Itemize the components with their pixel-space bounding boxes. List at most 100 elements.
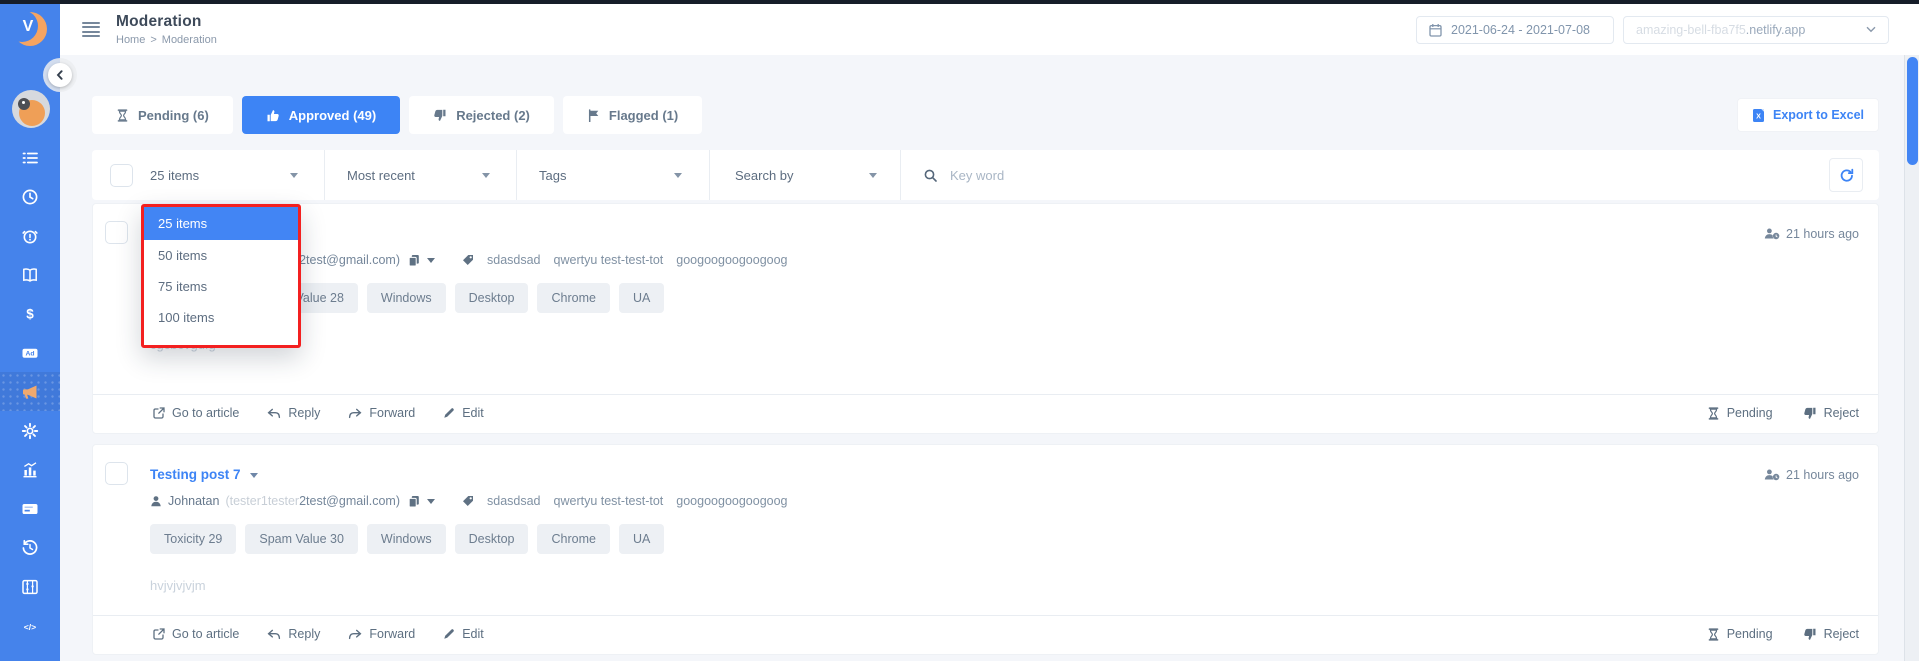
tab-flagged[interactable]: Flagged (1) xyxy=(562,96,703,134)
author-caret-icon[interactable] xyxy=(427,498,435,508)
forward-button[interactable]: Forward xyxy=(348,627,415,641)
sidebar-item-analytics[interactable] xyxy=(0,450,60,489)
forward-icon xyxy=(348,629,362,640)
toxicity-pill: Toxicity 29 xyxy=(150,524,237,554)
svg-text:Ad: Ad xyxy=(25,350,34,357)
set-pending-button[interactable]: Pending xyxy=(1707,406,1773,420)
tab-rejected-label: Rejected (2) xyxy=(456,107,530,123)
hourglass-icon xyxy=(1707,627,1720,641)
sidebar-item-alerts[interactable] xyxy=(0,216,60,255)
sidebar-item-code[interactable]: </> xyxy=(0,606,60,645)
browser-pill: Chrome xyxy=(537,524,610,554)
thumbs-up-icon xyxy=(266,109,280,122)
post-checkbox[interactable] xyxy=(105,221,128,244)
items-per-page-dropdown: 25 items 50 items 75 items 100 items xyxy=(141,204,301,348)
post-tag-word: sdasdsad xyxy=(487,253,541,267)
sidebar-item-knowledge[interactable] xyxy=(0,255,60,294)
dropdown-option-25[interactable]: 25 items xyxy=(144,207,298,240)
dropdown-option-100[interactable]: 100 items xyxy=(144,302,298,333)
history-icon xyxy=(21,539,39,557)
post-title[interactable]: Testing post 7 xyxy=(150,467,241,482)
sidebar-item-history[interactable] xyxy=(0,528,60,567)
edit-pencil-icon xyxy=(443,628,455,640)
dropdown-option-75[interactable]: 75 items xyxy=(144,271,298,302)
forward-button[interactable]: Forward xyxy=(348,406,415,420)
sidebar-item-billing[interactable]: $ xyxy=(0,294,60,333)
sidebar-item-ads[interactable]: Ad xyxy=(0,333,60,372)
post-timestamp: 21 hours ago xyxy=(1764,468,1859,482)
reply-button[interactable]: Reply xyxy=(267,406,320,420)
reply-label: Reply xyxy=(288,627,321,641)
tab-rejected[interactable]: Rejected (2) xyxy=(409,96,554,134)
export-label: Export to Excel xyxy=(1773,108,1864,122)
sidebar-item-moderation[interactable] xyxy=(0,372,60,411)
sidebar-item-abacus[interactable] xyxy=(0,567,60,606)
go-to-article-link[interactable]: Go to article xyxy=(153,406,239,420)
page-scrollbar[interactable] xyxy=(1904,55,1919,661)
alarm-icon xyxy=(21,227,39,245)
copy-icon[interactable] xyxy=(408,495,420,508)
user-avatar[interactable] xyxy=(12,90,50,128)
caret-down-icon xyxy=(674,173,682,182)
avatar-bird-eye xyxy=(22,101,25,104)
items-per-page-select[interactable]: 25 items 25 items 50 items 75 items 100 … xyxy=(141,150,325,348)
tag-icon xyxy=(462,495,474,507)
sort-select[interactable]: Most recent xyxy=(325,150,517,200)
export-to-excel-button[interactable]: X Export to Excel xyxy=(1737,98,1879,132)
search-by-select[interactable]: Search by xyxy=(710,150,901,200)
set-pending-button[interactable]: Pending xyxy=(1707,627,1773,641)
reply-icon xyxy=(267,408,281,419)
edit-label: Edit xyxy=(462,406,484,420)
dropdown-option-50[interactable]: 50 items xyxy=(144,240,298,271)
edit-button[interactable]: Edit xyxy=(443,406,484,420)
sidebar-collapse-button[interactable] xyxy=(43,58,77,92)
code-icon: </> xyxy=(21,617,39,635)
author-caret-icon[interactable] xyxy=(427,257,435,267)
copy-icon[interactable] xyxy=(408,254,420,267)
post-card: Testing post 7 21 hours ago Johnatan (te… xyxy=(92,444,1879,655)
window-top-strip xyxy=(0,0,1919,4)
post-checkbox[interactable] xyxy=(105,462,128,485)
excel-file-icon: X xyxy=(1752,108,1765,123)
ad-icon: Ad xyxy=(21,344,39,362)
tags-select[interactable]: Tags xyxy=(517,150,710,200)
refresh-button[interactable] xyxy=(1829,158,1863,192)
hourglass-icon xyxy=(116,108,129,122)
app-logo[interactable]: V xyxy=(6,10,47,46)
select-all-checkbox[interactable] xyxy=(109,163,133,187)
date-range-picker[interactable]: 2021-06-24 - 2021-07-08 xyxy=(1416,15,1614,44)
post-tag-word: qwertyu test-test-tot xyxy=(553,253,664,267)
thumbs-down-icon xyxy=(1803,407,1817,420)
hamburger-menu-icon[interactable] xyxy=(82,21,100,38)
sidebar-item-settings[interactable] xyxy=(0,411,60,450)
post-content-text: hvjvjvjvjm xyxy=(150,578,206,593)
ua-pill: UA xyxy=(618,524,665,554)
go-to-article-link[interactable]: Go to article xyxy=(153,627,239,641)
site-domain: .netlify.app xyxy=(1745,22,1806,37)
pending-label: Pending xyxy=(1726,406,1773,420)
tab-flagged-label: Flagged (1) xyxy=(608,107,679,123)
search-icon xyxy=(924,169,937,182)
os-pill: Windows xyxy=(366,524,446,554)
clock-icon xyxy=(21,188,39,206)
breadcrumb-separator: > xyxy=(150,34,157,46)
reply-button[interactable]: Reply xyxy=(267,627,320,641)
os-pill: Windows xyxy=(366,283,446,313)
edit-button[interactable]: Edit xyxy=(443,627,484,641)
pending-label: Pending xyxy=(1726,627,1773,641)
sidebar-item-subscriptions[interactable] xyxy=(0,489,60,528)
reject-button[interactable]: Reject xyxy=(1803,627,1859,641)
breadcrumb-home[interactable]: Home xyxy=(116,34,145,46)
sidebar-item-history-clock[interactable] xyxy=(0,177,60,216)
reject-button[interactable]: Reject xyxy=(1803,406,1859,420)
tab-pending[interactable]: Pending (6) xyxy=(92,96,233,134)
scrollbar-thumb[interactable] xyxy=(1906,57,1918,165)
keyword-search-input[interactable] xyxy=(950,167,1816,183)
tab-approved[interactable]: Approved (49) xyxy=(241,96,401,134)
date-range-value: 2021-06-24 - 2021-07-08 xyxy=(1451,22,1590,37)
status-tabs: Pending (6) Approved (49) Rejected (2) F… xyxy=(92,96,1879,134)
ua-pill: UA xyxy=(618,283,665,313)
site-select[interactable]: amazing-bell-fba7f5.netlify.app xyxy=(1623,15,1889,44)
sidebar-item-list[interactable] xyxy=(0,138,60,177)
title-caret-icon[interactable] xyxy=(249,472,258,482)
